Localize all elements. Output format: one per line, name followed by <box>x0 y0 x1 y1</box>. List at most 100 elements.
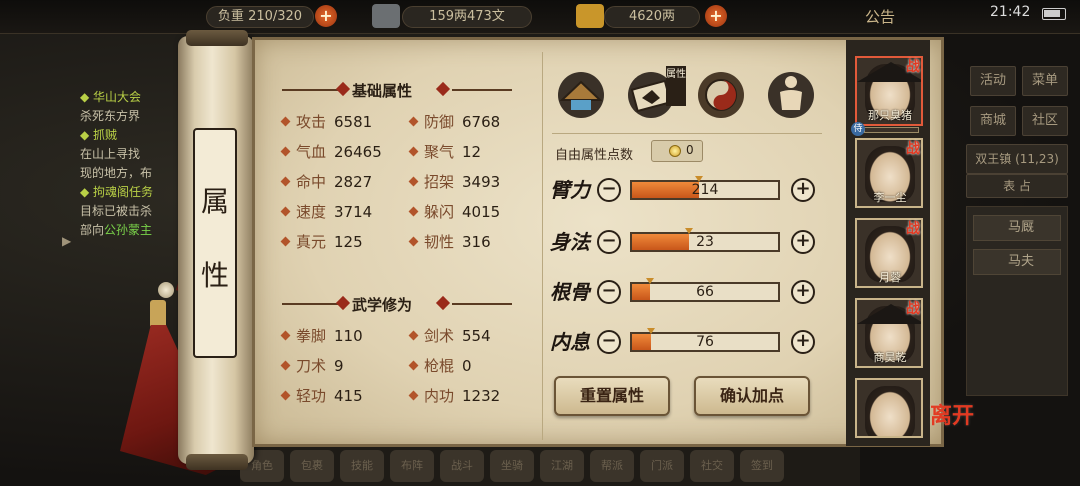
stat-bar: 214 <box>630 176 780 200</box>
free-points-label: 自由属性点数 <box>555 148 634 163</box>
money-display: 159两473文 <box>402 6 532 28</box>
increase-stat-button[interactable]: + <box>791 230 815 254</box>
martial-fist: 拳脚 110 <box>280 325 363 346</box>
attr-speed: 速度 3714 <box>280 201 372 222</box>
decrease-stat-button[interactable]: − <box>597 178 621 202</box>
quest-desc: 杀死东方界 <box>80 109 141 123</box>
attr-hit: 命中 2827 <box>280 171 372 192</box>
stat-name: 臂力 <box>550 178 590 202</box>
scroll-title: 属 性 <box>193 128 237 358</box>
activity-button[interactable]: 活动 <box>970 66 1016 96</box>
battle-badge: 战 <box>906 301 920 317</box>
meridian-body-icon[interactable] <box>766 70 816 120</box>
menu-button[interactable]: 菜单 <box>1022 66 1068 96</box>
nav-sect[interactable]: 门派 <box>640 450 684 482</box>
quest-title: ◆ 拘魂阁任务 <box>80 185 154 199</box>
silver-ingot-icon <box>372 4 400 28</box>
nav-social[interactable]: 社交 <box>690 450 734 482</box>
free-points-value: 0 <box>686 143 694 157</box>
yinyang-icon[interactable] <box>696 70 746 120</box>
panel-divider <box>542 52 543 440</box>
nav-checkin[interactable]: 签到 <box>740 450 784 482</box>
attr-attack: 攻击 6581 <box>280 111 372 132</box>
stat-name: 身法 <box>550 230 590 254</box>
attr-defense: 防御 6768 <box>408 111 500 132</box>
stat-name: 内息 <box>550 330 590 354</box>
stat-name: 根骨 <box>550 280 590 304</box>
nav-guild[interactable]: 帮派 <box>590 450 634 482</box>
npc-item[interactable]: 马厩 <box>973 215 1061 241</box>
notice-button[interactable]: 公告 <box>865 6 895 27</box>
gold-add-button[interactable]: + <box>705 5 727 27</box>
attr-toughness: 韧性 316 <box>408 231 491 252</box>
martial-spear: 枪棍 0 <box>408 355 472 376</box>
battle-badge: 战 <box>906 221 920 237</box>
top-resource-bar: 负重 210/320 + 159两473文 4620两 + 公告 21:42 <box>0 0 1080 34</box>
decrease-stat-button[interactable]: − <box>597 330 621 354</box>
increase-stat-button[interactable]: + <box>791 280 815 304</box>
tab-attributes-selected[interactable]: 属性 <box>666 66 686 106</box>
stat-bar: 23 <box>630 228 780 252</box>
martial-sword: 剑术 554 <box>408 325 491 346</box>
stat-bar: 76 <box>630 328 780 352</box>
nav-skill[interactable]: 技能 <box>340 450 384 482</box>
battle-badge: 战 <box>906 59 920 75</box>
tassel-bead <box>158 282 174 298</box>
decrease-stat-button[interactable]: − <box>597 280 621 304</box>
quest-desc: 在山上寻找 <box>80 147 141 161</box>
sub-tab[interactable]: 表 占 <box>966 174 1068 198</box>
attr-true-essence: 真元 125 <box>280 231 363 252</box>
attr-hp: 气血 26465 <box>280 141 382 162</box>
section-rule <box>282 303 338 305</box>
stat-value: 76 <box>696 334 714 350</box>
gold-ingot-icon <box>576 4 604 28</box>
expand-arrow-icon[interactable]: ▶ <box>62 234 71 248</box>
npc-item[interactable]: 马夫 <box>973 249 1061 275</box>
martial-blade: 刀术 9 <box>280 355 344 376</box>
nav-mount[interactable]: 坐骑 <box>490 450 534 482</box>
nav-bag[interactable]: 包裹 <box>290 450 334 482</box>
quest-desc: 现的地方，布 <box>80 166 153 180</box>
attr-gather-qi: 聚气 12 <box>408 141 481 162</box>
stat-value: 23 <box>696 234 714 250</box>
attr-dodge: 躲闪 4015 <box>408 201 500 222</box>
location-label: 双王镇 (11,23) <box>966 144 1068 174</box>
quest-tracker[interactable]: ◆ 华山大会 杀死东方界 ◆ 抓贼 在山上寻找 现的地方，布 ◆ 拘魂阁任务 目… <box>80 88 190 240</box>
party-member[interactable] <box>855 378 923 438</box>
section-rule <box>452 303 512 305</box>
section-rule <box>452 89 512 91</box>
attr-parry: 招架 3493 <box>408 171 500 192</box>
nav-world[interactable]: 江湖 <box>540 450 584 482</box>
hat-icon[interactable] <box>556 70 606 120</box>
carry-weight: 负重 210/320 <box>206 6 314 28</box>
shop-button[interactable]: 商城 <box>970 106 1016 136</box>
avatar <box>865 386 915 436</box>
tab-divider <box>552 133 822 134</box>
increase-stat-button[interactable]: + <box>791 330 815 354</box>
martial-title: 武学修为 <box>352 296 413 314</box>
gold-display: 4620两 <box>604 6 700 28</box>
nav-formation[interactable]: 布阵 <box>390 450 434 482</box>
reset-attributes-button[interactable]: 重置属性 <box>554 376 670 416</box>
quest-title: ◆ 华山大会 <box>80 90 142 104</box>
stat-bar: 66 <box>630 278 780 302</box>
increase-stat-button[interactable]: + <box>791 178 815 202</box>
confirm-points-button[interactable]: 确认加点 <box>694 376 810 416</box>
battle-badge: 战 <box>906 141 920 157</box>
section-rule <box>282 89 338 91</box>
leave-button[interactable]: 离开 <box>930 405 974 427</box>
basic-attr-title: 基础属性 <box>352 82 413 100</box>
community-button[interactable]: 社区 <box>1022 106 1068 136</box>
nav-battle[interactable]: 战斗 <box>440 450 484 482</box>
member-tag: 侍 <box>851 122 865 136</box>
tassel-knot <box>150 300 166 328</box>
decrease-stat-button[interactable]: − <box>597 230 621 254</box>
quest-title: ◆ 抓贼 <box>80 128 118 142</box>
npc-list: 马厩 马夫 <box>966 206 1068 396</box>
stat-value: 66 <box>696 284 714 300</box>
martial-lightness: 轻功 415 <box>280 385 363 406</box>
quest-desc: 目标已被击杀 <box>80 204 153 218</box>
scroll-cap-bottom <box>186 454 248 470</box>
quest-desc: 部向公孙蒙主 <box>80 223 153 237</box>
carry-add-button[interactable]: + <box>315 5 337 27</box>
